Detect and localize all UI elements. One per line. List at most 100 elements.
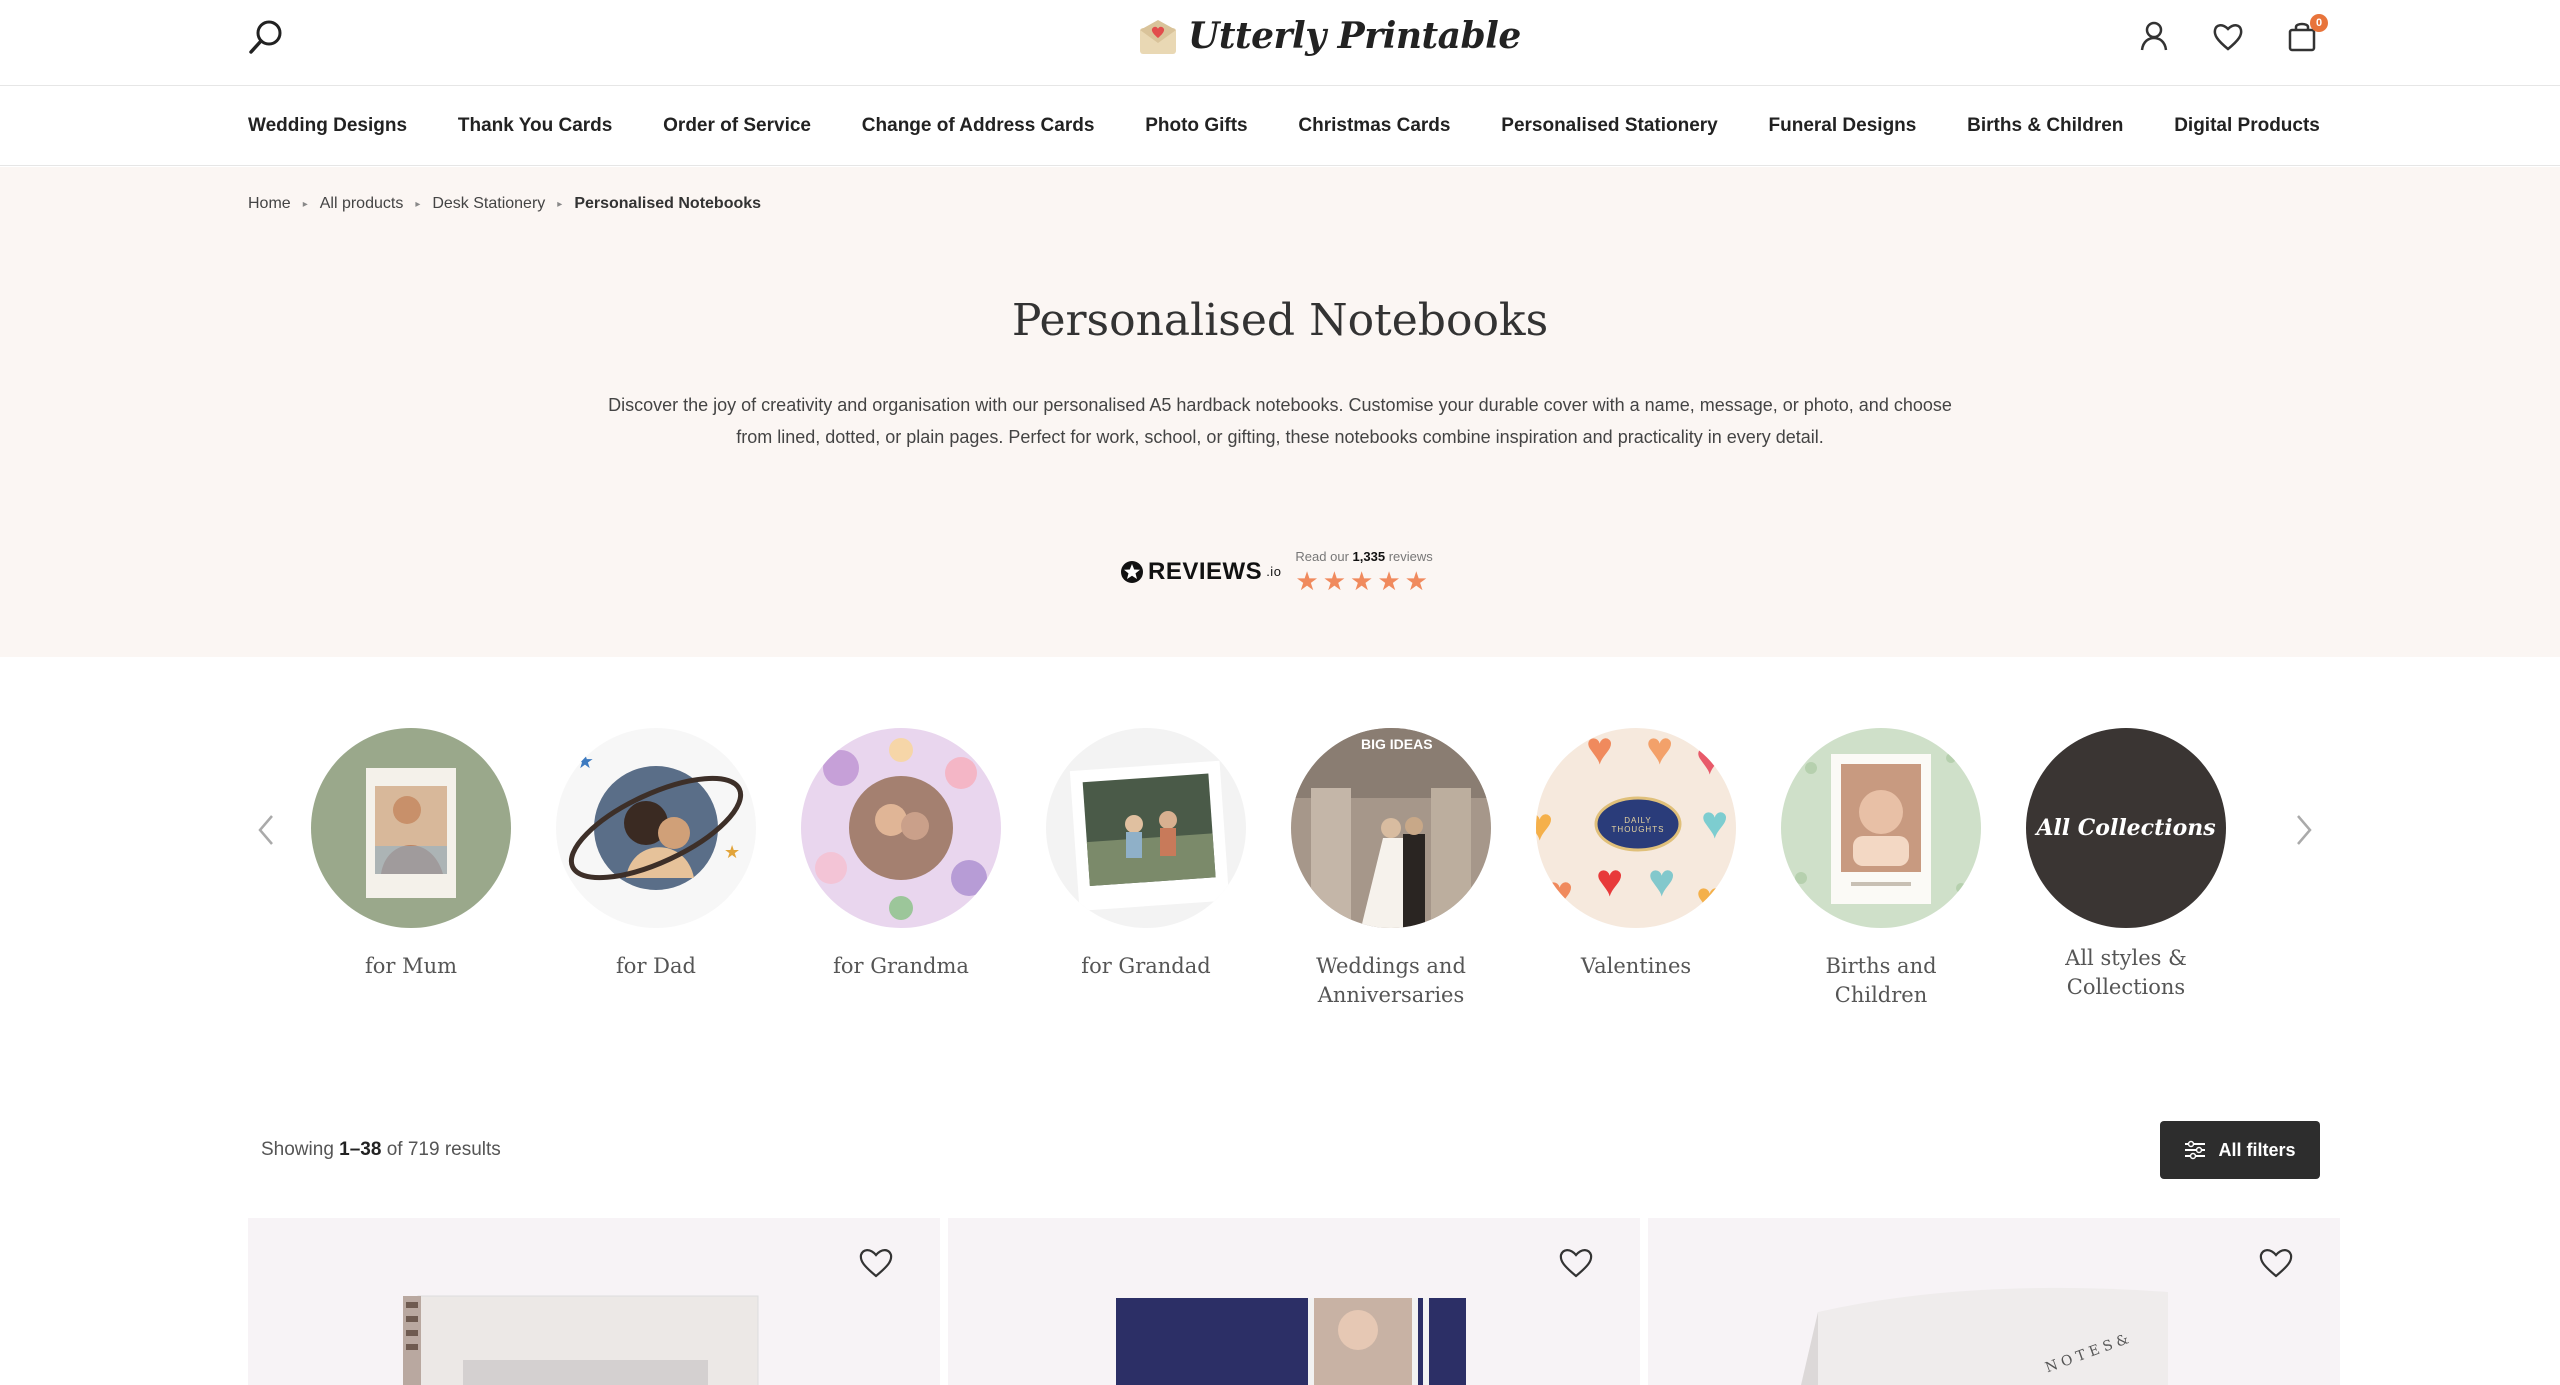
reviews-read-suffix: reviews xyxy=(1388,549,1433,564)
svg-text:♥: ♥ xyxy=(1586,728,1613,774)
results-total: of 719 results xyxy=(386,1139,501,1160)
breadcrumb-separator-icon: ▸ xyxy=(557,198,563,210)
nav-item-photo-gifts[interactable]: Photo Gifts xyxy=(1145,115,1247,137)
reviews-count: 1,335 xyxy=(1352,549,1386,564)
star-rating: ★ ★ ★ ★ ★ xyxy=(1295,568,1432,594)
collection-image xyxy=(1781,728,1981,928)
star-badge-icon xyxy=(1121,560,1143,583)
star-icon: ★ xyxy=(1377,566,1401,596)
reviews-count-text: Read our 1,335 reviews xyxy=(1295,549,1432,564)
carousel-prev-arrow-icon[interactable] xyxy=(252,808,280,852)
brand-logo[interactable]: Utterly Printable xyxy=(1138,8,1521,64)
breadcrumb-separator-icon: ▸ xyxy=(415,198,421,210)
collection-valentines[interactable]: ♥ ♥ ♥ ♥ ♥ ♥ ♥ ♥ ♥ ♥ DAILY THOUGHTS Valentines xyxy=(1535,728,1737,1010)
product-image xyxy=(948,1218,1640,1385)
reviews-read-prefix: Read our xyxy=(1295,549,1349,564)
collection-image xyxy=(1046,728,1246,928)
wishlist-heart-icon[interactable] xyxy=(2210,18,2246,54)
product-image: N O T E S & xyxy=(1648,1218,2340,1385)
svg-text:★: ★ xyxy=(576,751,594,773)
svg-text:♥: ♥ xyxy=(1646,728,1673,774)
svg-text:♥: ♥ xyxy=(1596,854,1623,906)
nav-item-christmas-cards[interactable]: Christmas Cards xyxy=(1298,115,1450,137)
collection-label: for Mum xyxy=(364,954,458,978)
collection-for-grandma[interactable]: for Grandma xyxy=(800,728,1002,1010)
collection-image: BIG IDEAS xyxy=(1291,728,1491,928)
collection-label: All styles & Collections xyxy=(2065,946,2187,999)
collection-label: for Grandma xyxy=(833,954,969,978)
results-range: 1–38 xyxy=(339,1139,382,1160)
star-icon: ★ xyxy=(1322,566,1347,596)
wishlist-heart-icon[interactable] xyxy=(856,1244,896,1280)
nav-item-digital-products[interactable]: Digital Products xyxy=(2174,115,2320,137)
collection-for-dad[interactable]: ★ ★ for Dad xyxy=(555,728,757,1010)
results-count: Showing 1–38 of 719 results xyxy=(261,1139,501,1161)
collection-all-styles[interactable]: All Collections All styles & Collections xyxy=(2025,728,2227,1010)
collection-for-mum[interactable]: for Mum xyxy=(310,728,512,1010)
product-card[interactable] xyxy=(248,1218,940,1385)
all-collections-circle: All Collections xyxy=(2026,728,2226,928)
collection-label: for Dad xyxy=(616,954,696,978)
collection-badge: DAILY THOUGHTS xyxy=(1611,816,1665,834)
svg-text:♥: ♥ xyxy=(1546,866,1573,918)
account-icon[interactable] xyxy=(2136,18,2172,54)
all-filters-label: All filters xyxy=(2218,1139,2296,1160)
reviews-logo-suffix: .io xyxy=(1266,564,1282,579)
reviews-logo-text: REVIEWS xyxy=(1148,557,1263,585)
star-icon: ★ xyxy=(1350,566,1374,596)
breadcrumb-all-products[interactable]: All products xyxy=(320,195,404,213)
all-filters-button[interactable]: All filters xyxy=(2160,1121,2320,1179)
svg-text:♥: ♥ xyxy=(1536,798,1553,850)
nav-item-order-of-service[interactable]: Order of Service xyxy=(663,115,811,137)
nav-item-personalised-stationery[interactable]: Personalised Stationery xyxy=(1501,115,1717,137)
star-icon: ★ xyxy=(1404,566,1428,596)
collection-births-children[interactable]: Births and Children xyxy=(1780,728,1982,1010)
brand-name: Utterly Printable xyxy=(1188,15,1521,57)
carousel-next-arrow-icon[interactable] xyxy=(2290,808,2318,852)
collection-label: Valentines xyxy=(1580,954,1692,978)
reviews-widget[interactable]: REVIEWS .io Read our 1,335 reviews ★ ★ ★ … xyxy=(1120,549,1433,594)
page-title: Personalised Notebooks xyxy=(1011,295,1549,346)
collection-label: Weddings and Anniversaries xyxy=(1316,954,1466,1007)
nav-item-births-children[interactable]: Births & Children xyxy=(1967,115,2123,137)
svg-text:♥: ♥ xyxy=(1701,796,1728,848)
main-navigation: Wedding Designs Thank You Cards Order of… xyxy=(0,86,2560,166)
collection-badge: BIG IDEAS xyxy=(1361,736,1433,752)
wishlist-heart-icon[interactable] xyxy=(1556,1244,1596,1280)
nav-item-thank-you-cards[interactable]: Thank You Cards xyxy=(458,115,613,137)
svg-text:♥: ♥ xyxy=(1648,854,1675,906)
reviews-io-logo: REVIEWS .io xyxy=(1120,558,1281,586)
nav-item-wedding-designs[interactable]: Wedding Designs xyxy=(248,115,407,137)
nav-item-change-of-address-cards[interactable]: Change of Address Cards xyxy=(862,115,1095,137)
svg-text:♥: ♥ xyxy=(1696,732,1723,784)
svg-text:♥: ♥ xyxy=(1536,732,1563,784)
collection-label: Births and Children xyxy=(1825,954,1937,1007)
collection-image: ♥ ♥ ♥ ♥ ♥ ♥ ♥ ♥ ♥ ♥ DAILY THOUGHTS xyxy=(1536,728,1736,928)
collection-weddings-anniversaries[interactable]: BIG IDEAS Weddings and Anniversaries xyxy=(1290,728,1492,1010)
product-grid: N O T E S & xyxy=(248,1218,2340,1385)
breadcrumb-home[interactable]: Home xyxy=(248,195,291,213)
top-header: Utterly Printable 0 xyxy=(0,0,2560,86)
breadcrumb-current: Personalised Notebooks xyxy=(574,195,762,212)
search-icon[interactable] xyxy=(244,16,288,60)
product-image xyxy=(248,1218,940,1385)
nav-item-funeral-designs[interactable]: Funeral Designs xyxy=(1769,115,1917,137)
cart-count-badge: 0 xyxy=(2310,14,2328,32)
breadcrumb: Home ▸ All products ▸ Desk Stationery ▸ … xyxy=(248,195,761,213)
category-hero: Home ▸ All products ▸ Desk Stationery ▸ … xyxy=(0,167,2560,657)
collection-for-grandad[interactable]: for Grandad xyxy=(1045,728,1247,1010)
filter-sliders-icon xyxy=(2185,1140,2206,1160)
breadcrumb-separator-icon: ▸ xyxy=(302,198,308,210)
collection-label: for Grandad xyxy=(1081,954,1211,978)
collections-carousel: for Mum ★ ★ for Dad for Grandma for Gran… xyxy=(0,700,2560,1040)
all-collections-circle-text: All Collections xyxy=(2036,815,2216,841)
breadcrumb-desk-stationery[interactable]: Desk Stationery xyxy=(432,195,545,213)
collection-image: ★ ★ xyxy=(556,728,756,928)
collection-image xyxy=(311,728,511,928)
wishlist-heart-icon[interactable] xyxy=(2256,1244,2296,1280)
cart-bag-icon[interactable]: 0 xyxy=(2284,14,2328,54)
product-card[interactable]: N O T E S & xyxy=(1648,1218,2340,1385)
star-icon: ★ xyxy=(1295,566,1319,596)
page-description: Discover the joy of creativity and organ… xyxy=(608,395,1952,447)
product-card[interactable] xyxy=(948,1218,1640,1385)
